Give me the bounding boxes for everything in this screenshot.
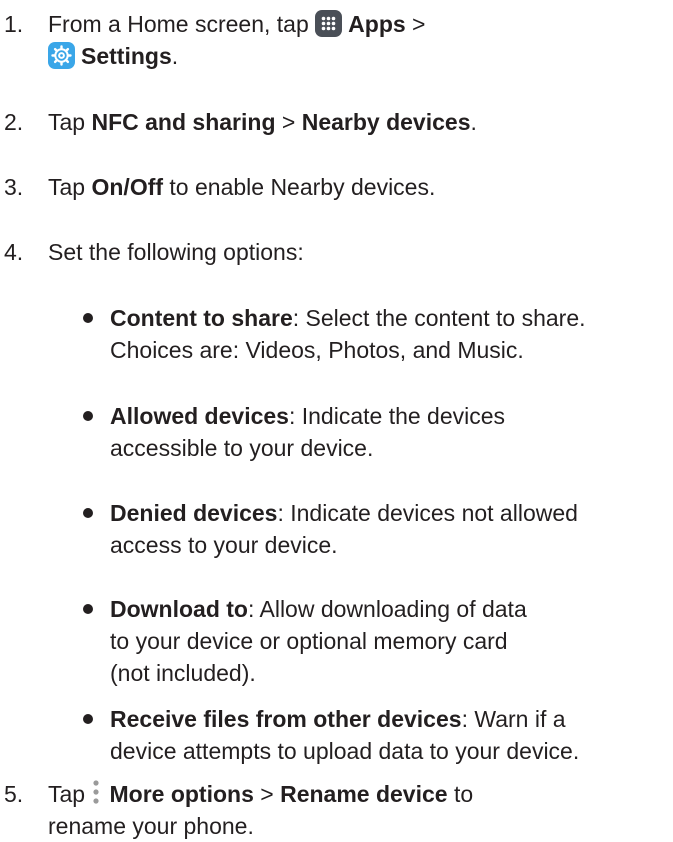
step-number: 2. [4, 109, 24, 135]
nfc-and-sharing-label: NFC and sharing [91, 109, 276, 135]
option-text: Allowed devices: Indicate the devices ac… [110, 400, 669, 464]
option-desc-line1: : Allow downloading of data [247, 596, 527, 622]
step-text: Tap NFC and sharing > Nearby devices. [48, 106, 667, 138]
option-desc-line2: Choices are: Videos, Photos, and Music. [110, 337, 524, 363]
nearby-devices-label: Nearby devices [301, 109, 471, 135]
rename-device-label: Rename device [280, 781, 448, 807]
step-text-line: Set the following options: [48, 239, 304, 265]
step-text: From a Home screen, tap Apps > Settings. [48, 8, 667, 72]
option-desc-line2: accessible to your device. [110, 435, 374, 461]
step-text-prefix: Tap [48, 781, 92, 807]
separator: > [405, 11, 426, 37]
option-desc-line1: : Indicate the devices [288, 403, 506, 429]
option-term: Allowed devices [110, 403, 289, 429]
step-end: . [470, 109, 477, 135]
step-number: 5. [4, 781, 24, 807]
apps-grid-icon [315, 10, 343, 37]
option-term: Denied devices [110, 500, 278, 526]
step-number: 1. [4, 11, 24, 37]
on-off-label: On/Off [91, 174, 164, 200]
step-text: Tap More options > Rename device to rena… [48, 778, 667, 842]
step-number: 3. [4, 174, 24, 200]
step-text-prefix: Tap [48, 174, 92, 200]
option-text: Receive files from other devices: Warn i… [110, 703, 669, 767]
option-text: Download to: Allow downloading of data t… [110, 593, 669, 689]
step-end: . [171, 43, 179, 69]
separator: > [275, 109, 302, 135]
settings-label: Settings [81, 43, 172, 69]
step-text-rest: to enable Nearby devices. [163, 174, 436, 200]
step-text: Set the following options: [48, 236, 667, 268]
option-desc-line2: to your device or optional memory card [110, 628, 508, 654]
step-text-rest: to [447, 781, 474, 807]
separator: > [253, 781, 281, 807]
step-text-prefix: From a Home screen, tap [48, 11, 316, 37]
step-text: Tap On/Off to enable Nearby devices. [48, 171, 667, 203]
step-number: 4. [4, 239, 24, 265]
option-desc-line1: : Indicate devices not allowed [277, 500, 578, 526]
apps-label: Apps [348, 11, 406, 37]
more-options-label: More options [109, 781, 254, 807]
more-options-icon [91, 779, 101, 805]
instructions-document: 1. From a Home screen, tap Apps > Settin… [0, 0, 673, 839]
option-desc-line3: (not included). [110, 660, 256, 686]
option-term: Receive files from other devices [110, 706, 462, 732]
option-term: Download to [110, 596, 248, 622]
bullet-dot [83, 604, 93, 614]
option-desc-line2: device attempts to upload data to your d… [110, 738, 580, 764]
settings-gear-icon [48, 42, 75, 69]
option-desc-line1: : Warn if a [461, 706, 566, 732]
option-desc-line2: access to your device. [110, 532, 338, 558]
step-text-line2: rename your phone. [48, 813, 254, 839]
bullet-dot [83, 411, 93, 421]
option-desc-line1: : Select the content to share. [292, 305, 586, 331]
option-text: Denied devices: Indicate devices not all… [110, 497, 669, 561]
option-text: Content to share: Select the content to … [110, 302, 669, 366]
bullet-dot [83, 508, 93, 518]
bullet-dot [83, 714, 93, 724]
step-text-prefix: Tap [48, 109, 92, 135]
bullet-dot [83, 313, 93, 323]
option-term: Content to share [110, 305, 293, 331]
